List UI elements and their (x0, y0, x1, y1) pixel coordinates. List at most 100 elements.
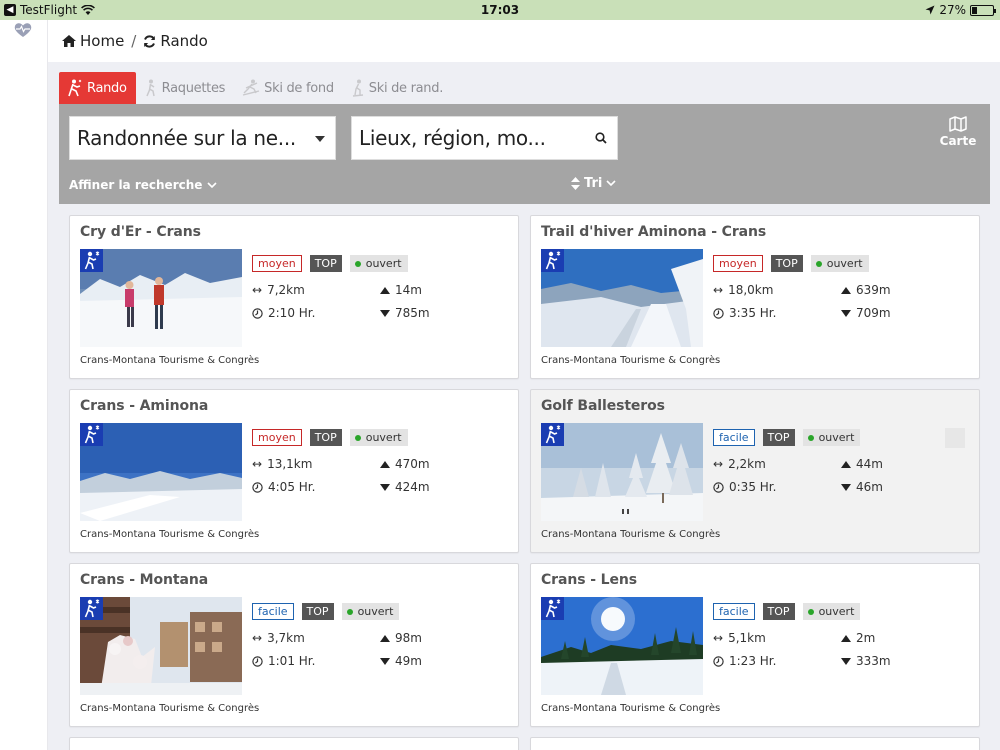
ascent: 14m (380, 283, 422, 297)
open-dot-icon (346, 608, 353, 615)
ascent: 2m (841, 631, 875, 645)
distance-value: 13,1km (267, 457, 313, 471)
tour-badges: moyen TOP ouvert (252, 429, 408, 446)
sort-toggle[interactable]: Tri (571, 176, 616, 191)
ascent-value: 14m (395, 283, 422, 297)
descent-value: 785m (395, 306, 430, 320)
ascent-value: 470m (395, 457, 430, 471)
difficulty-badge: facile (713, 429, 755, 446)
tab-ski-de-rand[interactable]: Ski de rand. (343, 72, 452, 104)
difficulty-badge: facile (252, 603, 294, 620)
descent-value: 46m (856, 480, 883, 494)
descent-triangle-icon (841, 483, 851, 491)
tour-card[interactable]: Trail d'hiver Aminona - Crans moyen TOP … (530, 215, 980, 379)
chevron-down-icon (207, 181, 217, 188)
breadcrumb-home-label: Home (80, 32, 125, 50)
snow-hiking-badge-icon (541, 249, 564, 272)
location-search-input[interactable] (359, 118, 584, 158)
distance-value: 2,2km (728, 457, 766, 471)
tab-raquettes-label: Raquettes (161, 80, 226, 96)
status-badge: ouvert (349, 429, 408, 446)
tab-ski-de-rand-label: Ski de rand. (368, 80, 444, 96)
descent-triangle-icon (380, 309, 390, 317)
tour-card[interactable]: Crans - Aminona moyen TOP ouvert ↔ 13,1km… (69, 389, 519, 553)
tab-rando[interactable]: Rando (59, 72, 136, 104)
refine-search-toggle[interactable]: Affiner la recherche (69, 178, 217, 192)
tour-organization: Crans-Montana Tourisme & Congrès (541, 529, 721, 540)
tour-card-partial[interactable] (530, 737, 980, 750)
map-button[interactable]: Carte (934, 116, 982, 148)
category-select-value: Randonnée sur la ne... (77, 126, 296, 150)
snow-hiking-badge-icon (541, 597, 564, 620)
tour-badges: moyen TOP ouvert (713, 255, 869, 272)
top-badge: TOP (770, 255, 803, 272)
snowshoe-icon (145, 79, 155, 97)
ascent-triangle-icon (380, 286, 390, 294)
tour-organization: Crans-Montana Tourisme & Congrès (80, 355, 260, 366)
clock-icon (252, 307, 263, 319)
difficulty-badge: moyen (252, 255, 302, 272)
descent: 333m (841, 654, 891, 668)
ascent: 639m (841, 283, 891, 297)
status-badge: ouvert (341, 603, 400, 620)
tour-photo (80, 249, 242, 347)
ascent-triangle-icon (380, 634, 390, 642)
sort-icon (571, 177, 580, 190)
tour-card[interactable]: Cry d'Er - Crans moyen TOP ouvert ↔ 7,2km… (69, 215, 519, 379)
tour-card[interactable]: Crans - Montana facile TOP ouvert ↔ 3,7km… (69, 563, 519, 727)
placeholder-square (945, 428, 965, 448)
duration: 3:35 Hr. (713, 306, 776, 320)
duration-value: 2:10 Hr. (268, 306, 316, 320)
open-dot-icon (807, 434, 814, 441)
breadcrumb-home[interactable]: Home (62, 32, 124, 50)
location-arrow-icon (925, 5, 935, 15)
heart-pulse-icon[interactable] (14, 22, 32, 38)
distance-value: 7,2km (267, 283, 305, 297)
clock-icon (713, 655, 724, 667)
duration-value: 4:05 Hr. (268, 480, 316, 494)
map-button-label: Carte (939, 134, 977, 148)
descent-triangle-icon (841, 309, 851, 317)
tour-title: Trail d'hiver Aminona - Crans (541, 224, 767, 240)
sort-label: Tri (584, 176, 603, 191)
tour-card-partial[interactable] (69, 737, 519, 750)
top-badge: TOP (301, 603, 334, 620)
open-dot-icon (354, 434, 361, 441)
duration: 4:05 Hr. (252, 480, 315, 494)
descent-value: 709m (856, 306, 891, 320)
duration: 1:01 Hr. (252, 654, 315, 668)
ascent: 44m (841, 457, 883, 471)
tab-ski-de-fond[interactable]: Ski de fond (234, 72, 343, 104)
tour-photo (80, 423, 242, 521)
descent-value: 49m (395, 654, 422, 668)
tour-card[interactable]: Golf Ballesteros facile TOP ouvert ↔ 2,2k… (530, 389, 980, 553)
distance: ↔ 2,2km (713, 457, 766, 471)
status-label: ouvert (818, 431, 855, 444)
tour-organization: Crans-Montana Tourisme & Congrès (80, 529, 260, 540)
search-panel: Randonnée sur la ne... Carte Affiner la … (59, 104, 990, 204)
descent-triangle-icon (380, 657, 390, 665)
breadcrumb-current[interactable]: Rando (143, 32, 208, 50)
ascent-triangle-icon (841, 460, 851, 468)
tour-badges: facile TOP ouvert (713, 429, 861, 446)
distance: ↔ 5,1km (713, 631, 766, 645)
clock: 17:03 (480, 3, 520, 17)
descent: 49m (380, 654, 422, 668)
status-label: ouvert (818, 605, 855, 618)
duration-value: 1:01 Hr. (268, 654, 316, 668)
category-select[interactable]: Randonnée sur la ne... (69, 116, 336, 160)
search-icon[interactable] (595, 132, 607, 144)
distance-arrows-icon: ↔ (713, 631, 724, 645)
breadcrumb-separator: / (131, 32, 137, 50)
tab-raquettes[interactable]: Raquettes (136, 72, 234, 104)
main-content: Rando Raquettes Ski de fond Ski de rand.… (48, 62, 1000, 750)
breadcrumb: Home / Rando (48, 20, 1000, 62)
open-dot-icon (815, 260, 822, 267)
distance-value: 5,1km (728, 631, 766, 645)
home-icon (62, 35, 76, 47)
duration: 2:10 Hr. (252, 306, 315, 320)
hiker-icon (68, 79, 82, 97)
tour-card[interactable]: Crans - Lens facile TOP ouvert ↔ 5,1km 1:… (530, 563, 980, 727)
tour-organization: Crans-Montana Tourisme & Congrès (541, 355, 721, 366)
status-badge: ouvert (810, 255, 869, 272)
